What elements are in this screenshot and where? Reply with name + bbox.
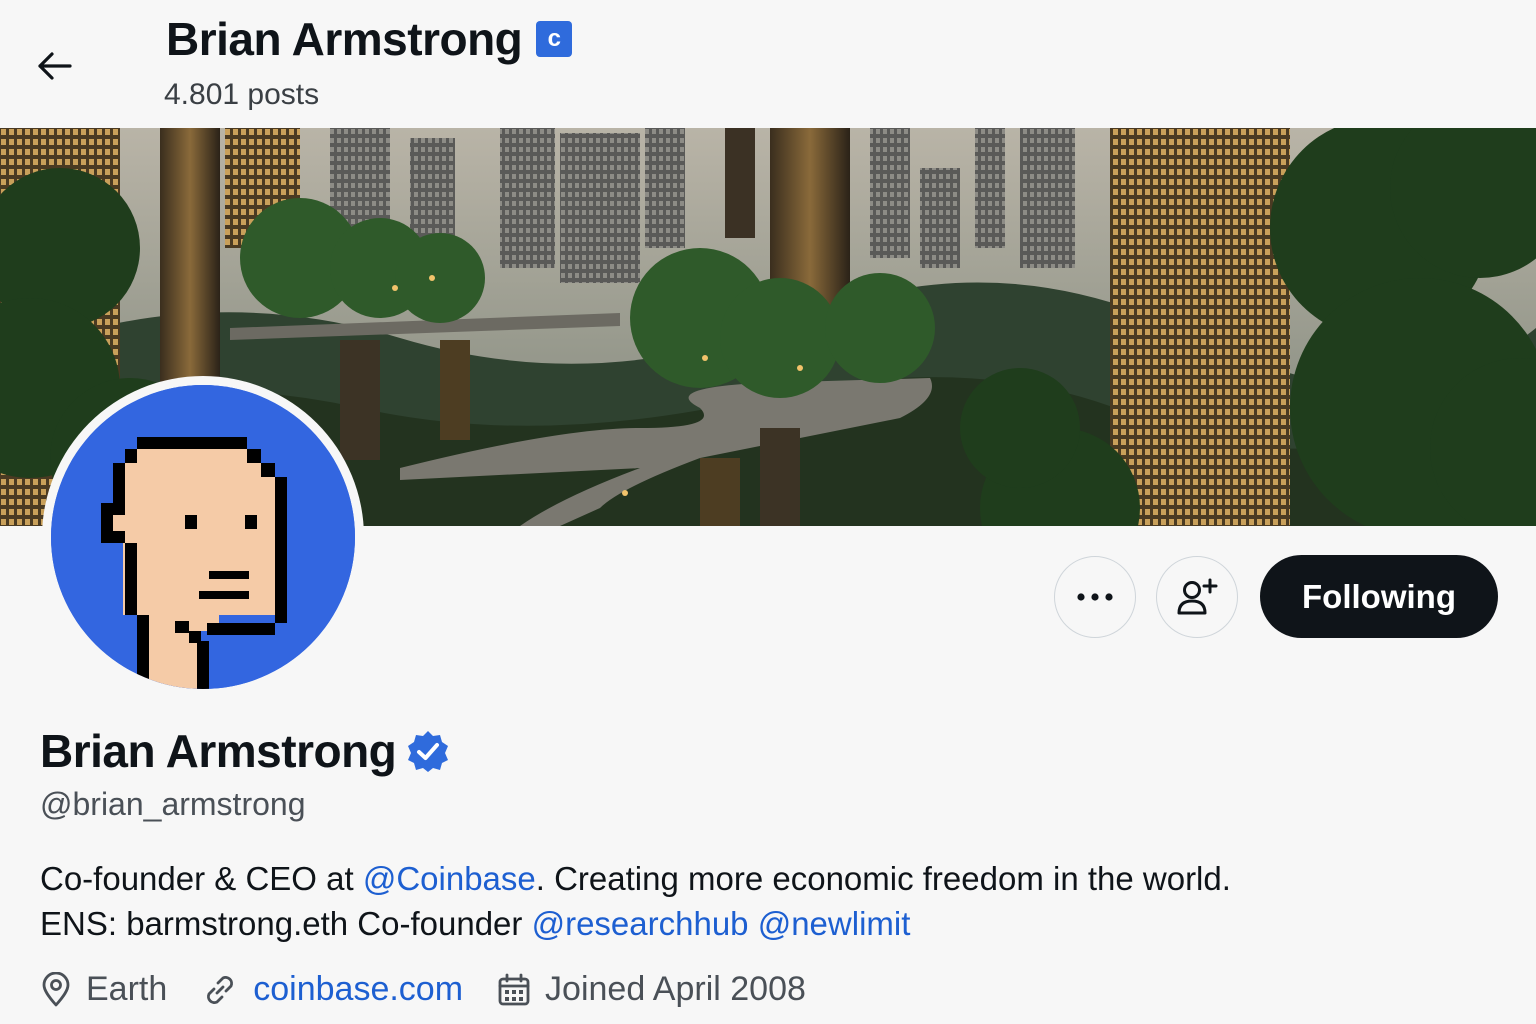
avatar-image <box>51 385 355 689</box>
website-link[interactable]: coinbase.com <box>253 970 463 1009</box>
more-dots-icon <box>1077 593 1113 601</box>
location-item: Earth <box>40 970 167 1009</box>
joined-item: Joined April 2008 <box>497 970 806 1009</box>
pixel-punk-avatar-icon <box>51 385 355 689</box>
affiliate-badge-icon: c <box>536 21 573 58</box>
bio-text: . Creating more economic freedom in the … <box>535 860 1231 897</box>
post-count: 4.801 posts <box>164 78 320 111</box>
mention-researchhub-link[interactable]: @researchhub <box>532 905 749 942</box>
following-button[interactable]: Following <box>1260 555 1498 638</box>
profile-avatar[interactable] <box>42 376 364 698</box>
arrow-left-icon <box>38 52 72 80</box>
user-plus-icon <box>1177 578 1218 615</box>
profile-name-row: Brian Armstrong <box>40 724 450 778</box>
add-to-list-button[interactable] <box>1156 556 1238 638</box>
calendar-icon <box>498 973 530 1005</box>
more-options-button[interactable] <box>1054 556 1136 638</box>
bio-text: Co-founder & CEO at <box>40 860 363 897</box>
header-title-row: Brian Armstrong c <box>166 13 573 65</box>
joined-text: Joined April 2008 <box>545 970 806 1008</box>
bio-line-1: Co-founder & CEO at @Coinbase. Creating … <box>40 856 1480 901</box>
bio-text: ENS: barmstrong.eth Co-founder <box>40 905 532 942</box>
mention-coinbase-link[interactable]: @Coinbase <box>363 860 536 897</box>
profile-header: Brian Armstrong c 4.801 posts <box>0 0 1536 128</box>
link-icon <box>207 975 234 1004</box>
mention-newlimit-link[interactable]: @newlimit <box>758 905 911 942</box>
location-pin-icon <box>42 971 70 1006</box>
profile-handle: @brian_armstrong <box>40 786 306 822</box>
profile-bio: Co-founder & CEO at @Coinbase. Creating … <box>40 856 1480 946</box>
profile-name: Brian Armstrong <box>40 725 397 777</box>
verified-badge-icon <box>408 731 449 772</box>
bio-line-2: ENS: barmstrong.eth Co-founder @research… <box>40 901 1480 946</box>
profile-meta: Earth coinbase.com Joined April 2008 <box>40 970 840 1009</box>
back-button[interactable] <box>26 40 84 92</box>
header-title: Brian Armstrong <box>166 13 523 65</box>
website-item: coinbase.com <box>201 970 463 1009</box>
location-text: Earth <box>86 970 168 1008</box>
